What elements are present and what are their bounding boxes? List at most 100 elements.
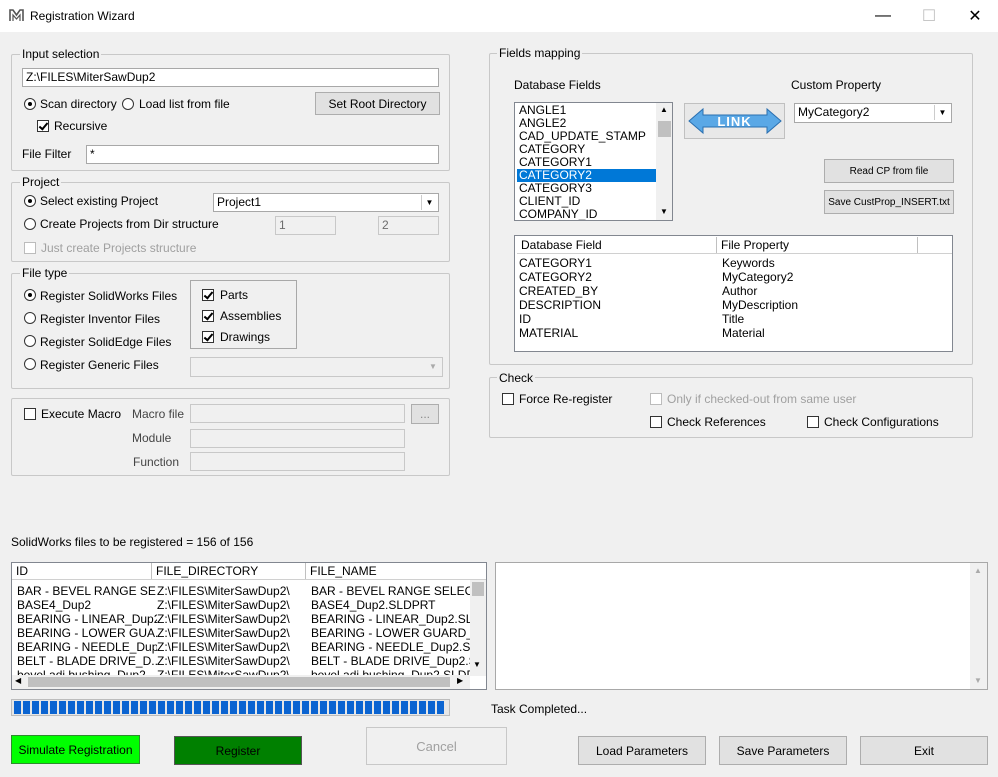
file-id-cell: BASE4_Dup2 — [17, 598, 92, 612]
browse-macro-button[interactable]: ... — [411, 404, 439, 424]
mapping-row[interactable]: ID Title — [519, 312, 949, 326]
progress-segment — [149, 701, 156, 714]
solidedge-radio[interactable] — [24, 335, 36, 347]
mapping-row[interactable]: DESCRIPTION MyDescription — [519, 298, 949, 312]
cancel-button[interactable]: Cancel — [366, 727, 507, 765]
depth-to-field[interactable]: 2 — [378, 216, 439, 235]
progress-segment — [356, 701, 363, 714]
table-row[interactable]: bevel adj bushing_Dup2 Z:\FILES\MiterSawD… — [17, 668, 471, 675]
table-row[interactable]: BAR - BEVEL RANGE SE... Z:\FILES\MiterSaw… — [17, 584, 471, 598]
db-fields-list[interactable]: ANGLE1 ANGLE2 CAD_UPDATE_STAMP CATEGORY CATE… — [514, 102, 673, 221]
close-button[interactable]: ✕ — [952, 0, 998, 32]
function-field[interactable] — [190, 452, 405, 471]
minimize-button[interactable]: — — [860, 0, 906, 32]
files-hscrollbar[interactable]: ◀ ▶ — [12, 675, 470, 689]
mapping-header: Database Field File Property — [517, 237, 952, 254]
field-mapping-table[interactable]: Database Field File Property CATEGORY1 Ke… — [514, 235, 953, 352]
project-select[interactable]: Project1 ▼ — [213, 193, 439, 212]
minimize-icon: — — [875, 7, 891, 24]
drawings-checkbox[interactable] — [202, 331, 214, 343]
scroll-down-icon[interactable]: ▼ — [473, 660, 481, 669]
depth-from-field[interactable]: 1 — [275, 216, 336, 235]
scroll-left-icon[interactable]: ◀ — [15, 676, 21, 685]
table-row[interactable]: BEARING - LINEAR_Dup2 Z:\FILES\MiterSawDu… — [17, 612, 471, 626]
macro-file-label: Macro file — [132, 407, 185, 421]
input-path-field[interactable]: Z:\FILES\MiterSawDup2 — [22, 68, 439, 87]
create-from-dir-radio[interactable] — [24, 218, 36, 230]
maximize-button[interactable]: ☐ — [906, 0, 952, 32]
file-directory-cell: Z:\FILES\MiterSawDup2\ — [157, 612, 290, 626]
files-header-id[interactable]: ID — [12, 563, 152, 579]
files-vscrollbar[interactable]: ▼ — [470, 580, 486, 676]
log-textbox[interactable]: ▲ ▼ — [495, 562, 988, 690]
progress-segment — [59, 701, 66, 714]
check-references-checkbox[interactable] — [650, 416, 662, 428]
files-grid[interactable]: ID FILE_DIRECTORY FILE_NAME BAR - BEVEL … — [11, 562, 487, 690]
table-row[interactable]: BEARING - NEEDLE_Dup2 Z:\FILES\MiterSawDu… — [17, 640, 471, 654]
assemblies-checkbox[interactable] — [202, 310, 214, 322]
generic-type-select[interactable]: ▼ — [190, 357, 443, 377]
force-checkbox[interactable] — [502, 393, 514, 405]
mapping-row[interactable]: CREATED_BY Author — [519, 284, 949, 298]
read-cp-button[interactable]: Read CP from file — [824, 159, 954, 183]
mapping-header-db[interactable]: Database Field — [517, 237, 717, 253]
custom-property-select[interactable]: MyCategory2 ▼ — [794, 103, 952, 123]
only-checked-out-checkbox[interactable] — [650, 393, 662, 405]
generic-radio[interactable] — [24, 358, 36, 370]
input-selection-label: Input selection — [20, 47, 102, 61]
scroll-down-icon[interactable]: ▼ — [974, 676, 982, 685]
scroll-up-icon[interactable]: ▲ — [660, 105, 668, 114]
mapping-header-prop[interactable]: File Property — [717, 237, 918, 253]
log-scrollbar[interactable]: ▲ ▼ — [970, 563, 987, 689]
scroll-thumb[interactable] — [28, 677, 450, 687]
file-name-cell: BEARING - NEEDLE_Dup2.SLD. — [311, 640, 471, 654]
mapping-row[interactable]: CATEGORY1 Keywords — [519, 256, 949, 270]
mapping-row[interactable]: MATERIAL Material — [519, 326, 949, 340]
link-button[interactable]: LINK — [684, 103, 785, 139]
custom-property-label: Custom Property — [791, 78, 882, 92]
scroll-up-icon[interactable]: ▲ — [974, 566, 982, 575]
inventor-radio[interactable] — [24, 312, 36, 324]
table-row[interactable]: BELT - BLADE DRIVE_D... Z:\FILES\MiterSaw… — [17, 654, 471, 668]
files-header-name[interactable]: FILE_NAME — [306, 563, 486, 579]
link-label: LINK — [717, 113, 752, 129]
save-cp-button[interactable]: Save CustProp_INSERT.txt — [824, 190, 954, 214]
register-button[interactable]: Register — [174, 736, 302, 765]
mapping-row[interactable]: CATEGORY2 MyCategory2 — [519, 270, 949, 284]
chevron-down-icon: ▼ — [425, 359, 441, 374]
load-parameters-button[interactable]: Load Parameters — [578, 736, 706, 765]
set-root-directory-button[interactable]: Set Root Directory — [315, 92, 440, 115]
just-create-checkbox[interactable] — [24, 242, 36, 254]
scroll-thumb[interactable] — [658, 121, 671, 137]
force-label: Force Re-register — [519, 392, 613, 406]
execute-macro-checkbox[interactable] — [24, 408, 36, 420]
table-row[interactable]: BASE4_Dup2 Z:\FILES\MiterSawDup2\ BASE4_Du… — [17, 598, 471, 612]
file-directory-cell: Z:\FILES\MiterSawDup2\ — [157, 654, 290, 668]
macro-file-field[interactable] — [190, 404, 405, 423]
recursive-checkbox[interactable] — [37, 120, 49, 132]
simulate-registration-button[interactable]: Simulate Registration — [11, 735, 140, 764]
parts-checkbox[interactable] — [202, 289, 214, 301]
save-parameters-button[interactable]: Save Parameters — [719, 736, 847, 765]
load-list-radio[interactable] — [122, 98, 134, 110]
progress-segment — [230, 701, 237, 714]
scroll-down-icon[interactable]: ▼ — [660, 207, 668, 216]
exit-button[interactable]: Exit — [860, 736, 988, 765]
files-header-dir[interactable]: FILE_DIRECTORY — [152, 563, 306, 579]
scrollbar[interactable]: ▲ ▼ — [656, 103, 672, 220]
scroll-thumb[interactable] — [472, 582, 484, 596]
file-filter-field[interactable]: * — [86, 145, 439, 164]
select-existing-radio[interactable] — [24, 195, 36, 207]
scan-directory-radio[interactable] — [24, 98, 36, 110]
chevron-down-icon: ▼ — [934, 105, 950, 120]
table-row[interactable]: BEARING - LOWER GUA... Z:\FILES\MiterSawD… — [17, 626, 471, 640]
check-configurations-checkbox[interactable] — [807, 416, 819, 428]
file-id-cell: BEARING - LOWER GUA... — [17, 626, 157, 640]
scroll-right-icon[interactable]: ▶ — [457, 676, 463, 685]
inventor-label: Register Inventor Files — [40, 312, 161, 326]
solidworks-radio[interactable] — [24, 289, 36, 301]
progress-bar — [11, 699, 450, 716]
file-id-cell: BEARING - NEEDLE_Dup2 — [17, 640, 157, 654]
db-field-item[interactable]: COMPANY_ID — [517, 208, 657, 221]
module-field[interactable] — [190, 429, 405, 448]
